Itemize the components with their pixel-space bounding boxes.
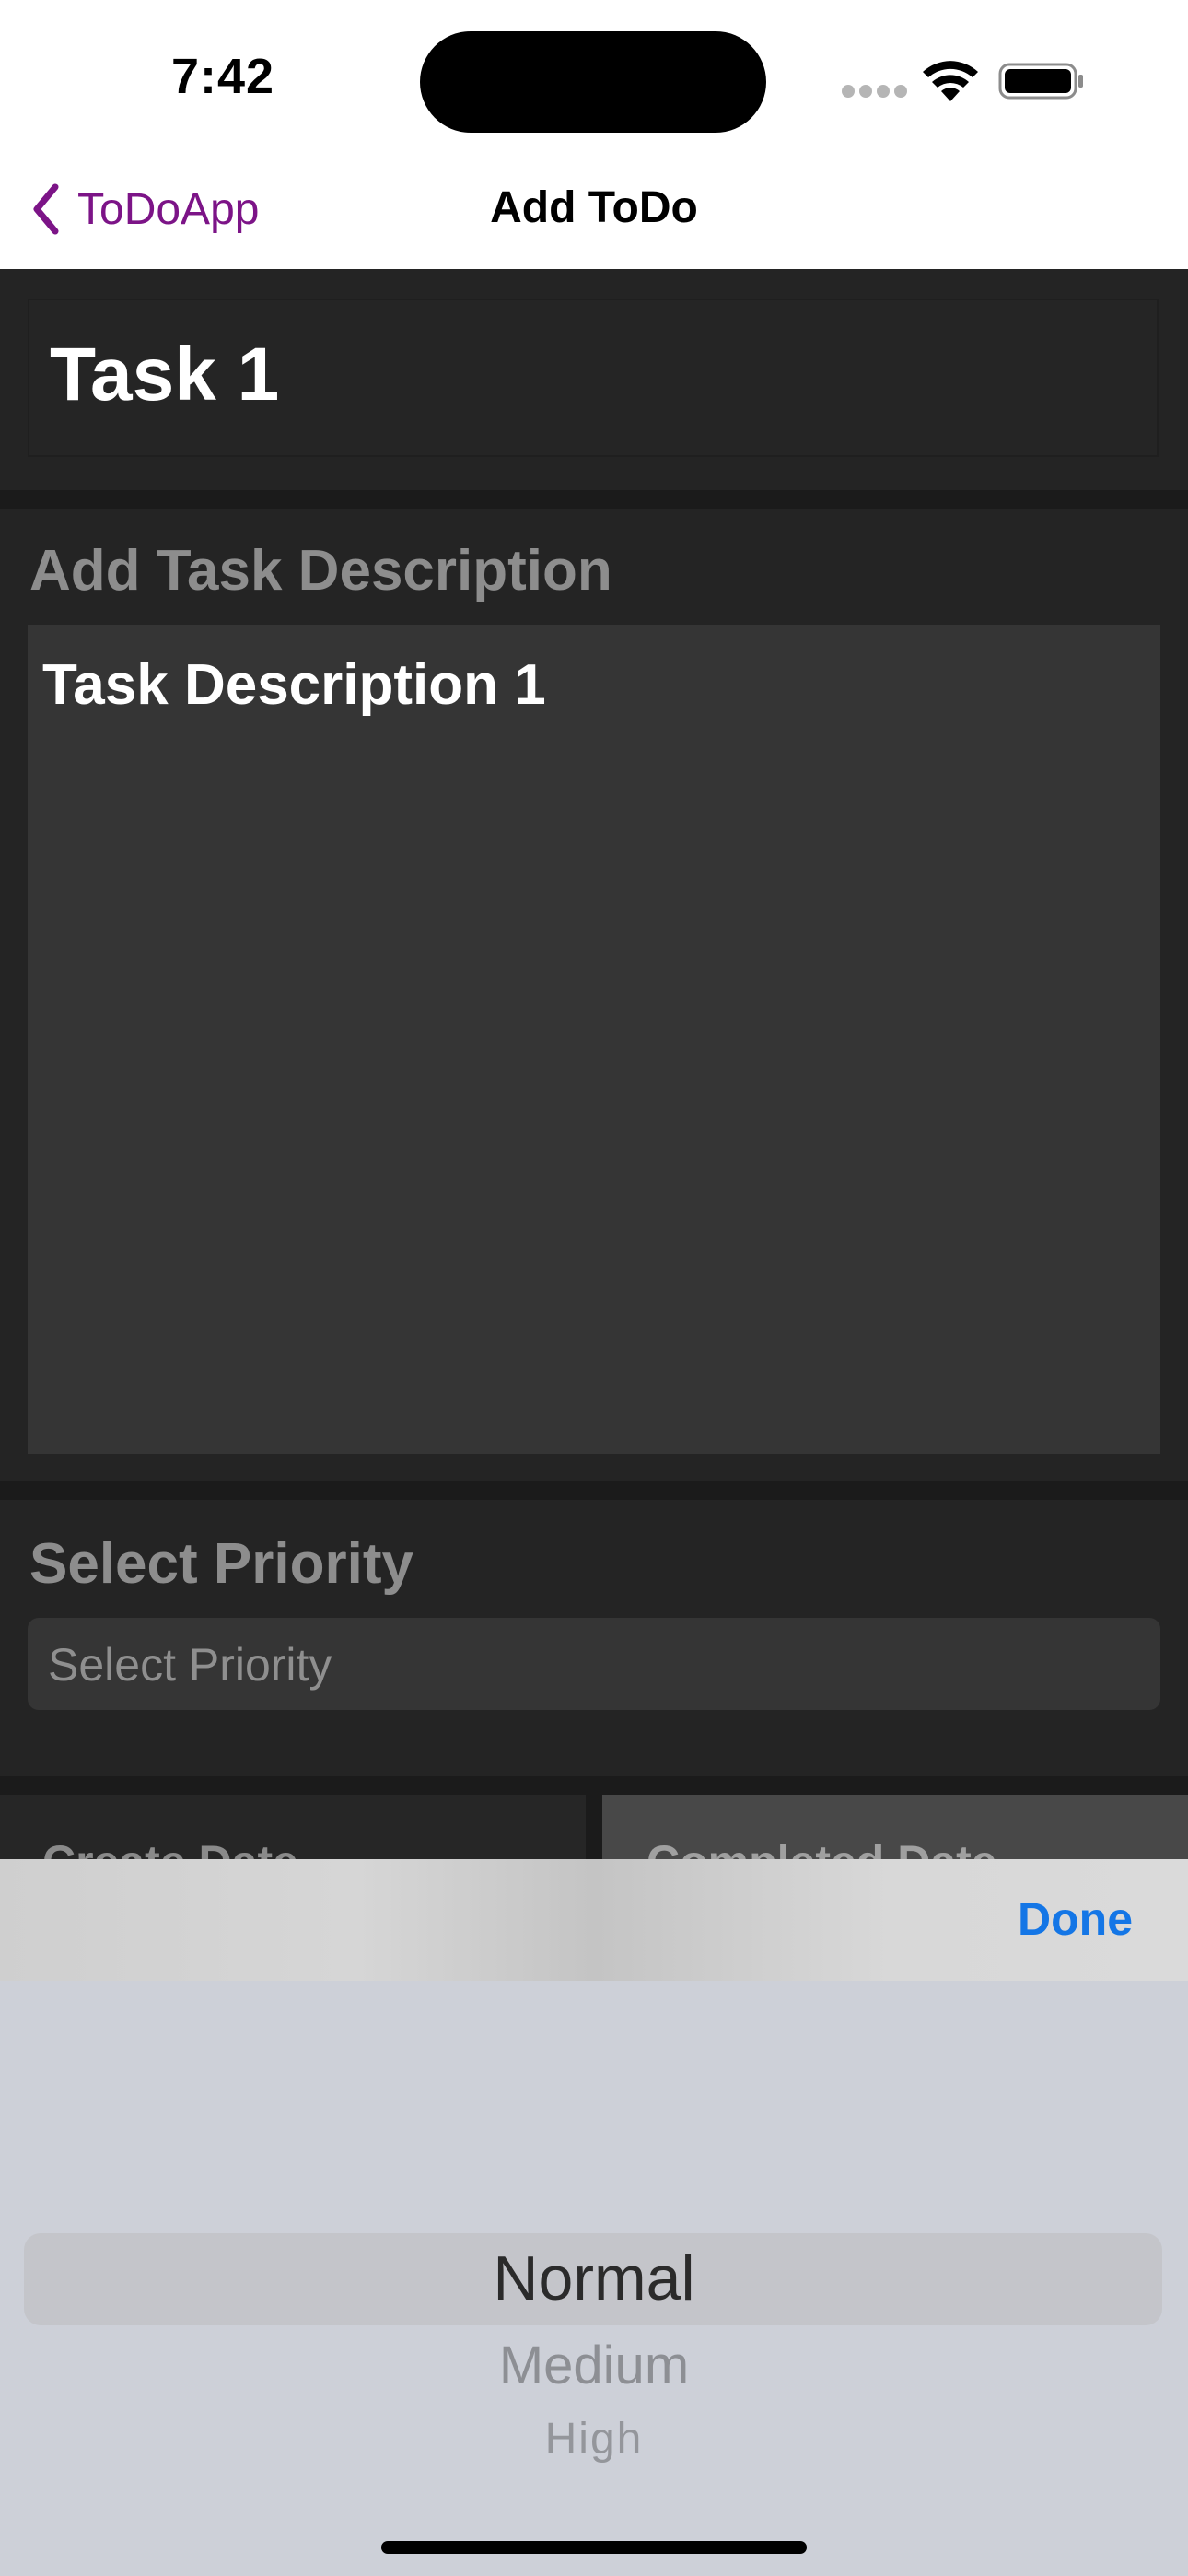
top-bar: 7:42 ToDoApp Add ToDo bbox=[0, 0, 1188, 269]
create-date-panel[interactable]: Create Date bbox=[0, 1795, 586, 1859]
priority-select-field[interactable]: Select Priority bbox=[28, 1618, 1160, 1710]
picker-option-normal[interactable]: Normal bbox=[0, 2242, 1188, 2314]
description-section: Add Task Description Task Description 1 bbox=[0, 509, 1188, 1481]
create-date-label: Create Date bbox=[42, 1835, 298, 1859]
description-textarea[interactable]: Task Description 1 bbox=[28, 625, 1160, 1454]
picker-option-high[interactable]: High bbox=[0, 2414, 1188, 2465]
home-indicator bbox=[381, 2541, 807, 2554]
cellular-signal-icon bbox=[842, 85, 907, 98]
status-time: 7:42 bbox=[171, 49, 275, 104]
done-button[interactable]: Done bbox=[1018, 1892, 1133, 1946]
wifi-icon bbox=[923, 61, 978, 101]
dynamic-island bbox=[420, 31, 766, 133]
page-title: Add ToDo bbox=[490, 183, 698, 232]
priority-picker[interactable]: Normal Medium High bbox=[0, 1981, 1188, 2576]
picker-option-medium[interactable]: Medium bbox=[0, 2335, 1188, 2396]
task-title-input[interactable]: Task 1 bbox=[28, 299, 1159, 457]
battery-icon bbox=[998, 63, 1083, 100]
completed-date-panel[interactable]: Completed Date bbox=[602, 1795, 1188, 1859]
completed-date-label: Completed Date bbox=[646, 1835, 997, 1859]
priority-section: Select Priority Select Priority bbox=[0, 1500, 1188, 1776]
picker-toolbar: Done bbox=[0, 1859, 1188, 1981]
description-label: Add Task Description bbox=[29, 539, 612, 603]
task-title-section: Task 1 bbox=[0, 269, 1188, 490]
priority-label: Select Priority bbox=[29, 1532, 413, 1596]
screen: 7:42 ToDoApp Add ToDo Task 1 Add Task De… bbox=[0, 0, 1188, 2576]
